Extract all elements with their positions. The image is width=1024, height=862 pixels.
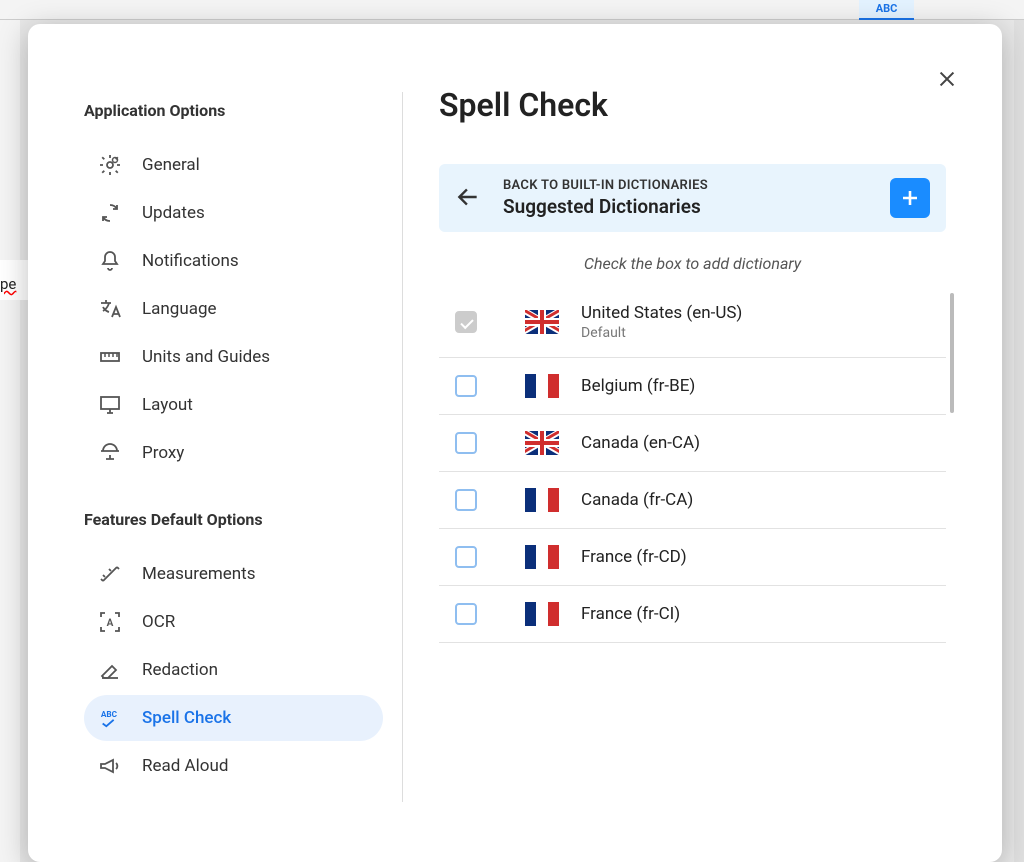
sidebar-item-units[interactable]: Units and Guides — [84, 334, 383, 380]
flag-uk-icon — [525, 431, 559, 455]
sidebar-item-label: Units and Guides — [142, 347, 270, 367]
megaphone-icon — [98, 754, 122, 778]
dictionary-name: France (fr-CD) — [581, 547, 938, 567]
translate-icon — [98, 297, 122, 321]
sidebar-item-label: Updates — [142, 203, 205, 223]
flag-france-icon — [525, 602, 559, 626]
section-title-application: Application Options — [84, 89, 383, 134]
sidebar-item-label: OCR — [142, 612, 175, 632]
proxy-icon — [98, 441, 122, 465]
sync-icon — [98, 201, 122, 225]
close-icon — [936, 68, 958, 90]
flag-france-icon — [525, 374, 559, 398]
dictionary-name: Canada (en-CA) — [581, 433, 938, 453]
flag-france-icon — [525, 488, 559, 512]
modal-overlay: Application Options General Updates Noti… — [0, 0, 1024, 862]
monitor-icon — [98, 393, 122, 417]
dictionary-row: United States (en-US) Default — [439, 287, 946, 358]
dictionary-checkbox — [455, 311, 477, 333]
dictionary-text: Belgium (fr-BE) — [581, 376, 938, 396]
sidebar-item-label: Layout — [142, 395, 193, 415]
sidebar-item-read-aloud[interactable]: Read Aloud — [84, 743, 383, 789]
sidebar-item-label: Read Aloud — [142, 756, 228, 776]
dictionary-checkbox[interactable] — [455, 432, 477, 454]
dictionary-list: United States (en-US) Default Belgium (fr-… — [439, 287, 946, 643]
plus-icon — [898, 186, 922, 210]
close-button[interactable] — [936, 68, 964, 96]
back-banner: BACK TO BUILT-IN DICTIONARIES Suggested … — [439, 164, 946, 232]
sidebar-item-redaction[interactable]: Redaction — [84, 647, 383, 693]
dictionary-text: Canada (en-CA) — [581, 433, 938, 453]
banner-text: BACK TO BUILT-IN DICTIONARIES Suggested … — [503, 178, 870, 218]
flag-uk-icon — [525, 310, 559, 334]
sidebar-item-measurements[interactable]: Measurements — [84, 551, 383, 597]
svg-text:A: A — [107, 618, 114, 629]
sidebar-item-language[interactable]: Language — [84, 286, 383, 332]
add-dictionary-button[interactable] — [890, 178, 930, 218]
sidebar-item-label: Spell Check — [142, 708, 231, 728]
sidebar-item-ocr[interactable]: A OCR — [84, 599, 383, 645]
dictionary-text: France (fr-CI) — [581, 604, 938, 624]
spellcheck-icon: ABC — [98, 706, 122, 730]
dictionary-name: France (fr-CI) — [581, 604, 938, 624]
back-button[interactable] — [455, 184, 483, 212]
sidebar-item-notifications[interactable]: Notifications — [84, 238, 383, 284]
sidebar-item-label: Notifications — [142, 251, 239, 271]
sidebar-item-label: Proxy — [142, 443, 184, 463]
ruler-icon — [98, 345, 122, 369]
sidebar-item-spell-check[interactable]: ABC Spell Check — [84, 695, 383, 741]
dictionary-row: France (fr-CI) — [439, 586, 946, 643]
page-title: Spell Check — [439, 86, 946, 124]
banner-breadcrumb: BACK TO BUILT-IN DICTIONARIES — [503, 178, 870, 193]
flag-france-icon — [525, 545, 559, 569]
dictionary-subtitle: Default — [581, 325, 938, 341]
dictionary-checkbox[interactable] — [455, 546, 477, 568]
dictionary-text: France (fr-CD) — [581, 547, 938, 567]
options-modal: Application Options General Updates Noti… — [28, 24, 1002, 862]
dictionary-checkbox[interactable] — [455, 375, 477, 397]
sidebar-item-label: Measurements — [142, 564, 256, 584]
dictionary-checkbox[interactable] — [455, 603, 477, 625]
scrollbar[interactable] — [950, 293, 954, 413]
arrow-left-icon — [455, 184, 481, 210]
instruction-text: Check the box to add dictionary — [439, 244, 946, 287]
dictionary-row: France (fr-CD) — [439, 529, 946, 586]
bell-icon — [98, 249, 122, 273]
dictionary-checkbox[interactable] — [455, 489, 477, 511]
eraser-icon — [98, 658, 122, 682]
dictionary-text: Canada (fr-CA) — [581, 490, 938, 510]
sidebar-item-layout[interactable]: Layout — [84, 382, 383, 428]
gear-icon — [98, 153, 122, 177]
sidebar-item-label: Language — [142, 299, 217, 319]
svg-text:ABC: ABC — [101, 710, 118, 720]
content-area: Spell Check BACK TO BUILT-IN DICTIONARIE… — [403, 24, 1002, 862]
sidebar: Application Options General Updates Noti… — [28, 24, 403, 862]
dictionary-name: United States (en-US) — [581, 303, 938, 323]
dictionary-row: Canada (fr-CA) — [439, 472, 946, 529]
sidebar-item-general[interactable]: General — [84, 142, 383, 188]
sidebar-item-label: Redaction — [142, 660, 218, 680]
dictionary-text: United States (en-US) Default — [581, 303, 938, 341]
sidebar-item-proxy[interactable]: Proxy — [84, 430, 383, 476]
dictionary-row: Belgium (fr-BE) — [439, 358, 946, 415]
ocr-icon: A — [98, 610, 122, 634]
banner-title: Suggested Dictionaries — [503, 195, 870, 218]
sidebar-item-updates[interactable]: Updates — [84, 190, 383, 236]
sidebar-item-label: General — [142, 155, 200, 175]
measure-icon — [98, 562, 122, 586]
dictionary-name: Belgium (fr-BE) — [581, 376, 938, 396]
dictionary-name: Canada (fr-CA) — [581, 490, 938, 510]
section-title-features: Features Default Options — [84, 498, 383, 543]
dictionary-row: Canada (en-CA) — [439, 415, 946, 472]
